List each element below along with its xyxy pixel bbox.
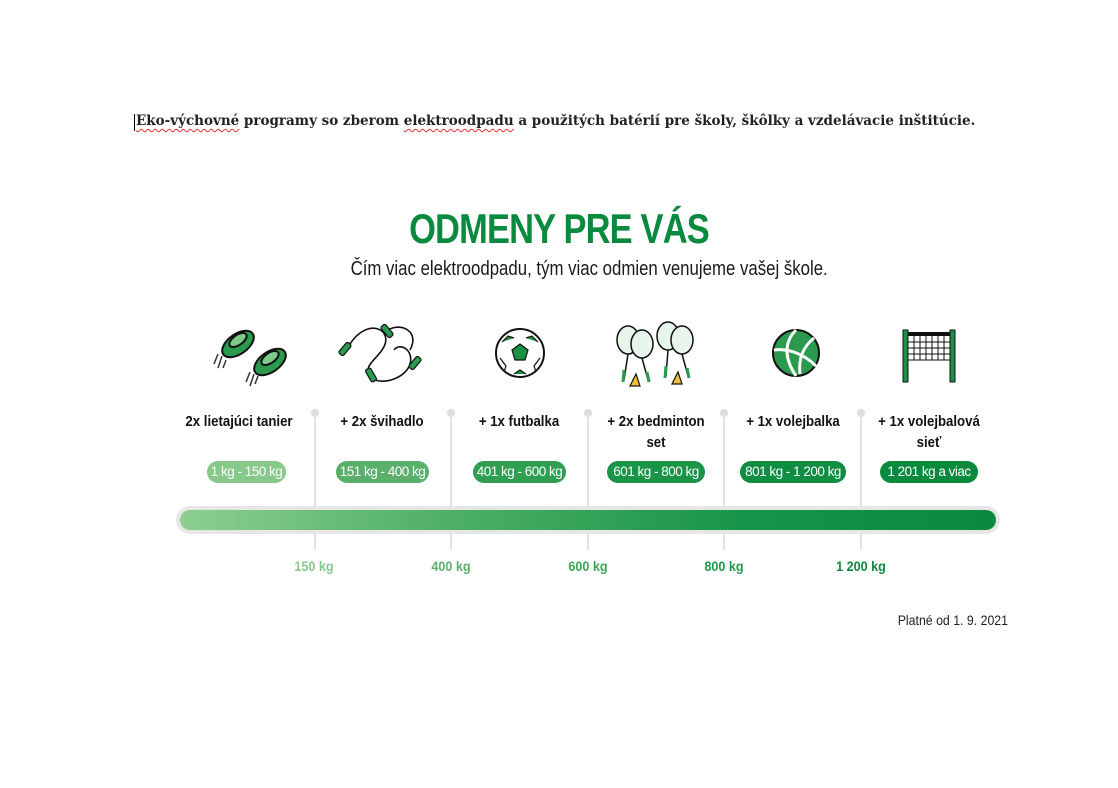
threshold-label-2: 400 kg (431, 558, 471, 574)
text-cursor (134, 114, 135, 131)
range-pill-4: 601 kg - 800 kg (607, 461, 705, 483)
range-pill-1: 1 kg - 150 kg (207, 461, 286, 483)
range-pill-2: 151 kg - 400 kg (336, 461, 429, 483)
flying-disc-icon (213, 329, 287, 387)
badminton-set-icon (616, 321, 694, 387)
progress-bar-fill (180, 510, 996, 530)
reward-label-1: 2x lietajúci tanier (185, 413, 293, 430)
document-heading[interactable]: Eko-výchovné programy so zberom elektroo… (136, 113, 975, 129)
threshold-label-3: 600 kg (568, 558, 608, 574)
range-pill-5: 801 kg - 1 200 kg (740, 461, 846, 483)
reward-label-5: + 1x volejbalka (746, 413, 840, 430)
threshold-label-1: 150 kg (294, 558, 334, 574)
range-pill-6: 1 201 kg a viac (880, 461, 978, 483)
soccer-ball-icon (495, 328, 545, 378)
volleyball-icon (772, 328, 820, 377)
reward-label-4: + 2x bedminton set (607, 413, 705, 451)
heading-part-3: elektroodpadu (403, 113, 514, 129)
infographic-title: ODMENY PRE VÁS (409, 205, 710, 252)
heading-part-2: programy so zberom (239, 113, 404, 129)
threshold-label-4: 800 kg (704, 558, 744, 574)
reward-label-2: + 2x švihadlo (340, 413, 424, 430)
heading-part-4: a použitých batérií pre školy, škôlky a … (513, 113, 976, 129)
reward-label-3: + 1x futbalka (478, 413, 560, 430)
heading-part-1: Eko-výchovné (136, 113, 240, 129)
volleyball-net-icon (902, 329, 956, 383)
reward-label-6: + 1x volejbalová sieť (878, 413, 980, 451)
range-pill-3: 401 kg - 600 kg (473, 461, 566, 483)
validity-note: Platné od 1. 9. 2021 (897, 612, 1008, 628)
threshold-label-5: 1 200 kg (836, 558, 886, 574)
infographic-subtitle: Čím viac elektroodpadu, tým viac odmien … (350, 258, 828, 280)
jump-rope-icon (338, 323, 422, 383)
